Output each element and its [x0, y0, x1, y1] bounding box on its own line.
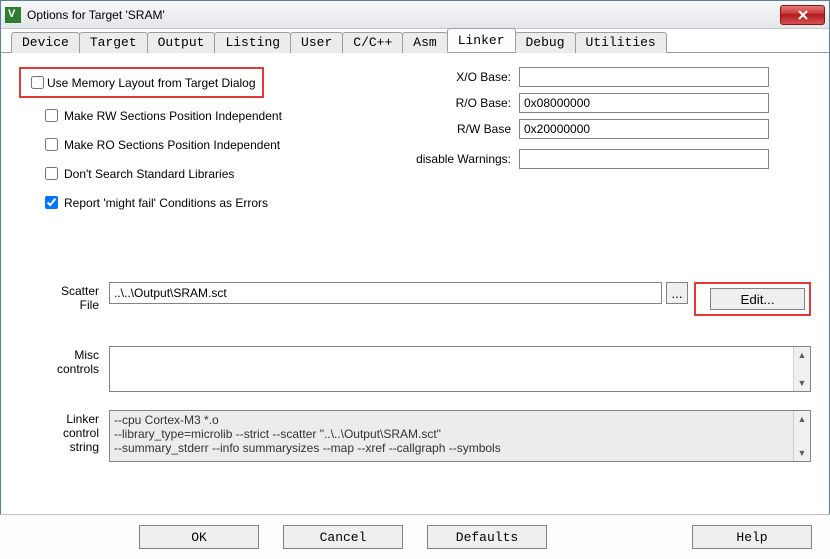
label-misc-controls: Misc controls	[19, 346, 109, 392]
defaults-button[interactable]: Defaults	[427, 525, 547, 549]
input-disable-warnings[interactable]	[519, 149, 769, 169]
tab-ccpp[interactable]: C/C++	[342, 32, 403, 53]
cancel-button[interactable]: Cancel	[283, 525, 403, 549]
highlight-use-memory-layout: Use Memory Layout from Target Dialog	[19, 67, 264, 98]
tab-user[interactable]: User	[290, 32, 343, 53]
label-scatter-file: Scatter File	[19, 282, 109, 316]
tab-device[interactable]: Device	[11, 32, 80, 53]
browse-scatter-button[interactable]: ...	[666, 282, 688, 304]
ok-button[interactable]: OK	[139, 525, 259, 549]
scroll-down-icon: ▼	[794, 445, 810, 461]
label-dont-search: Don't Search Standard Libraries	[64, 167, 234, 181]
linker-control-string	[110, 411, 793, 461]
label-linker-control-string: Linker control string	[19, 410, 109, 462]
checkbox-dont-search[interactable]	[45, 167, 58, 180]
scrollbar-misc[interactable]: ▲ ▼	[793, 347, 810, 391]
checkbox-use-memory-layout[interactable]	[31, 76, 44, 89]
checkbox-make-ro[interactable]	[45, 138, 58, 151]
tab-content-linker: Use Memory Layout from Target Dialog Mak…	[1, 53, 829, 490]
input-scatter-file[interactable]	[109, 282, 662, 304]
scrollbar-linker-ctrl[interactable]: ▲ ▼	[793, 411, 810, 461]
label-rw-base: R/W Base	[399, 122, 519, 136]
input-rw-base[interactable]	[519, 119, 769, 139]
close-button[interactable]	[780, 5, 825, 25]
scroll-up-icon: ▲	[794, 411, 810, 427]
help-button[interactable]: Help	[692, 525, 812, 549]
scroll-down-icon: ▼	[794, 375, 810, 391]
edit-scatter-button[interactable]: Edit...	[710, 288, 805, 310]
tabstrip: Device Target Output Listing User C/C++ …	[1, 29, 829, 53]
app-icon	[5, 7, 21, 23]
label-ro-base: R/O Base:	[399, 96, 519, 110]
tab-linker[interactable]: Linker	[447, 28, 516, 52]
titlebar: Options for Target 'SRAM'	[1, 1, 829, 29]
input-ro-base[interactable]	[519, 93, 769, 113]
tab-listing[interactable]: Listing	[214, 32, 291, 53]
window-title: Options for Target 'SRAM'	[27, 8, 780, 22]
checkbox-report-might-fail[interactable]	[45, 196, 58, 209]
label-report-might-fail: Report 'might fail' Conditions as Errors	[64, 196, 268, 210]
label-make-ro: Make RO Sections Position Independent	[64, 138, 280, 152]
tab-debug[interactable]: Debug	[515, 32, 576, 53]
input-misc-controls[interactable]	[110, 347, 793, 391]
tab-output[interactable]: Output	[147, 32, 216, 53]
label-xo-base: X/O Base:	[399, 70, 519, 84]
checkbox-make-rw[interactable]	[45, 109, 58, 122]
tab-target[interactable]: Target	[79, 32, 148, 53]
dialog-button-bar: OK Cancel Defaults Help	[0, 514, 830, 559]
close-icon	[798, 10, 808, 20]
input-xo-base[interactable]	[519, 67, 769, 87]
label-make-rw: Make RW Sections Position Independent	[64, 109, 282, 123]
tab-asm[interactable]: Asm	[402, 32, 447, 53]
highlight-edit-button: Edit...	[694, 282, 811, 316]
scroll-up-icon: ▲	[794, 347, 810, 363]
label-disable-warnings: disable Warnings:	[399, 152, 519, 166]
label-use-memory-layout: Use Memory Layout from Target Dialog	[47, 76, 256, 90]
tab-utilities[interactable]: Utilities	[575, 32, 667, 53]
